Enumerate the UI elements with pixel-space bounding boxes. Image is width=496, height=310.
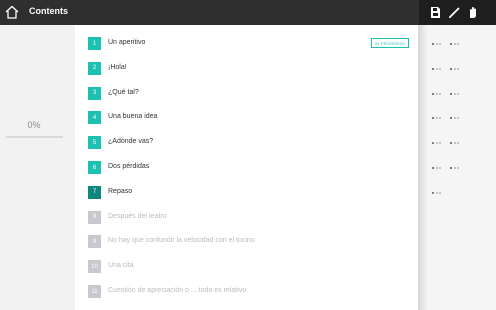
lesson-row[interactable]: 4 Una buena idea [75, 106, 418, 131]
activity-dot [450, 43, 452, 45]
lesson-title: Una cita [108, 262, 134, 270]
page-title: Contents [29, 6, 68, 16]
lesson-number: 6 [88, 161, 101, 174]
activity-dot [450, 167, 452, 169]
home-icon[interactable] [3, 3, 21, 21]
lesson-row: 8 Después del teatro [75, 206, 418, 231]
lesson-row: 9 No hay que confundir la velocidad con e… [75, 230, 418, 255]
activity-dot [457, 67, 459, 70]
activity-dot [435, 117, 438, 120]
lesson-title: Un aperitivo [108, 39, 146, 46]
activity-dot [457, 43, 459, 45]
activity-dot [439, 167, 441, 169]
top-bar: Contents [0, 0, 496, 25]
lesson-row: 11 Cuestión de apreciación o ... todo es … [75, 280, 418, 305]
activity-dot [432, 43, 434, 45]
activity-dot [439, 43, 441, 45]
activity-dot [432, 167, 434, 169]
lesson-row: 10 Una cita [75, 255, 418, 280]
activity-dot [439, 142, 441, 145]
save-icon[interactable] [427, 4, 444, 21]
progress-bar [6, 136, 63, 138]
lesson-number: 5 [88, 136, 101, 150]
activity-dot [453, 117, 456, 120]
activity-dot [450, 92, 452, 95]
lesson-title: No hay que confundir la velocidad con el… [108, 237, 255, 245]
lesson-title: Una buena idea [108, 113, 158, 121]
activity-dot [439, 191, 441, 194]
lesson-number: 9 [88, 235, 101, 249]
lesson-number: 1 [88, 37, 101, 50]
activity-dot [432, 142, 434, 145]
activity-dot [453, 142, 456, 145]
activity-dot [457, 142, 459, 145]
activity-dot [450, 67, 452, 70]
progress-percentage: 0% [27, 120, 41, 130]
lesson-list: 1 Un aperitivo IN PROGRESS 2 ¡Hola! 3 ¿Qué tal… [75, 25, 418, 310]
lesson-number: 8 [88, 210, 101, 224]
progress-sidebar: 0% [0, 25, 75, 310]
pen-icon[interactable] [446, 4, 463, 21]
activity-dot [439, 67, 441, 70]
panel-shadow [418, 25, 428, 310]
activity-dot [435, 43, 438, 45]
lesson-row[interactable]: 5 ¿Adónde vas? [75, 131, 418, 156]
lesson-number: 3 [88, 86, 101, 100]
activity-dot [453, 167, 456, 169]
activity-dot [435, 67, 438, 70]
activity-dot [439, 92, 441, 95]
hand-icon[interactable] [464, 4, 481, 21]
activity-dot [432, 92, 434, 95]
lesson-row[interactable]: 2 ¡Hola! [75, 57, 418, 82]
lesson-number: 10 [88, 260, 101, 274]
lesson-title: ¡Hola! [108, 63, 127, 71]
lesson-title: Repaso [108, 187, 133, 195]
lesson-number: 2 [88, 61, 101, 75]
activity-dot [457, 92, 459, 95]
status-badge: IN PROGRESS [371, 38, 409, 48]
activity-dot [457, 117, 459, 120]
lesson-number: 4 [88, 111, 101, 125]
lesson-row[interactable]: 7 Repaso [75, 181, 418, 206]
activity-dot [457, 167, 459, 169]
activity-dot [432, 117, 434, 120]
activity-dot [439, 117, 441, 120]
activity-dot [432, 67, 434, 70]
lesson-status-column [418, 25, 496, 310]
activity-dot [453, 92, 456, 95]
activity-dot [453, 43, 456, 45]
lesson-row[interactable]: 1 Un aperitivo IN PROGRESS [75, 32, 418, 57]
activity-dot [450, 117, 452, 120]
activity-dot [435, 92, 438, 95]
lesson-row[interactable]: 6 Dos pérdidas [75, 156, 418, 181]
activity-dot [432, 191, 434, 194]
lesson-title: Dos pérdidas [108, 163, 150, 170]
lesson-title: Después del teatro [108, 212, 167, 220]
activity-dot [435, 191, 438, 194]
lesson-number: 7 [88, 185, 101, 199]
lesson-title: ¿Adónde vas? [108, 138, 154, 146]
lesson-title: Cuestión de apreciación o ... todo es re… [108, 287, 247, 294]
lesson-row[interactable]: 3 ¿Qué tal? [75, 82, 418, 107]
activity-dot [435, 142, 438, 145]
lesson-title: ¿Qué tal? [108, 88, 139, 96]
toolbar [419, 0, 496, 25]
lesson-number: 11 [88, 285, 101, 298]
activity-dot [453, 67, 456, 70]
activity-dot [435, 167, 438, 169]
activity-dot [450, 142, 452, 145]
